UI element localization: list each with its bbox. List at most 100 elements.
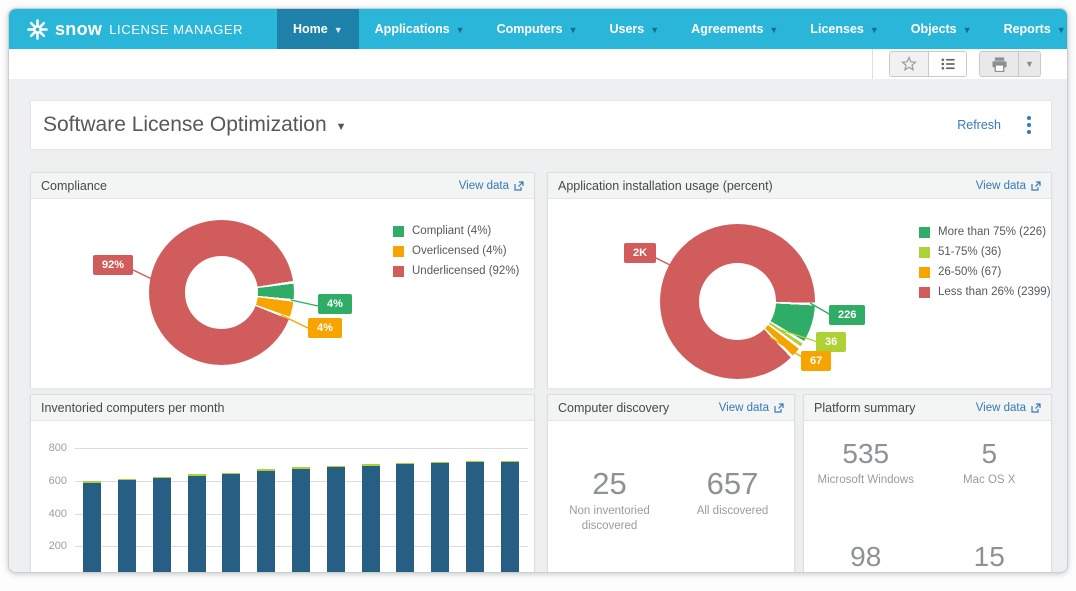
stat-item: 98Linux <box>804 542 928 573</box>
computer-discovery-panel: Computer discovery View data 25Non inven… <box>547 394 795 573</box>
nav-item-applications[interactable]: Applications▼ <box>359 9 481 49</box>
app-usage-panel: Application installation usage (percent)… <box>547 172 1052 388</box>
nav-item-reports[interactable]: Reports▼ <box>988 9 1068 49</box>
printer-icon <box>991 57 1008 72</box>
stat-item: 15Unix <box>928 542 1052 573</box>
nav-item-objects[interactable]: Objects▼ <box>895 9 988 49</box>
title-actions: Refresh <box>957 114 1035 136</box>
refresh-button[interactable]: Refresh <box>957 118 1001 132</box>
stat-item: 25Non inventoried discovered <box>548 467 671 534</box>
data-label: 4% <box>318 294 352 314</box>
stat-value: 15 <box>928 542 1052 573</box>
data-label: 92% <box>93 255 133 275</box>
inventoried-bar-chart: 200400600800 <box>31 431 534 573</box>
bar[interactable] <box>153 477 171 573</box>
view-data-link[interactable]: View data <box>459 180 524 192</box>
bar[interactable] <box>501 461 519 573</box>
external-link-icon <box>774 403 784 413</box>
nav-item-agreements[interactable]: Agreements▼ <box>675 9 794 49</box>
legend-swatch <box>393 246 404 257</box>
legend-label: Compliant (4%) <box>412 225 491 237</box>
app-window: snow LICENSE MANAGER Home▼Applications▼C… <box>8 8 1068 573</box>
bar[interactable] <box>83 481 101 573</box>
view-data-link[interactable]: View data <box>719 402 784 414</box>
view-data-link[interactable]: View data <box>976 180 1041 192</box>
legend-label: 26-50% (67) <box>938 266 1001 278</box>
y-axis-tick-label: 400 <box>35 508 67 520</box>
legend-item: Compliant (4%) <box>393 225 519 237</box>
compliance-panel-header: Compliance View data <box>31 173 534 199</box>
bar[interactable] <box>431 462 449 573</box>
compliance-chart: 92% 4% 4% Compliant (4%)Overlicensed (4%… <box>31 199 534 388</box>
bar-cap <box>153 477 171 478</box>
bar[interactable] <box>118 479 136 573</box>
dashboard-selector[interactable]: Software License Optimization ▼ <box>43 113 347 137</box>
compliance-panel: Compliance View data 92% <box>30 172 535 388</box>
legend-item: Less than 26% (2399) <box>919 286 1051 298</box>
stat-value: 25 <box>548 467 671 501</box>
page-title-bar: Software License Optimization ▼ Refresh <box>30 100 1052 150</box>
bar[interactable] <box>362 464 380 573</box>
stat-label: All discovered <box>673 504 793 519</box>
legend-swatch <box>393 226 404 237</box>
brand-suffix: LICENSE MANAGER <box>109 22 243 37</box>
bar[interactable] <box>466 461 484 573</box>
external-link-icon <box>1031 181 1041 191</box>
stat-value: 98 <box>804 542 928 573</box>
stats-row: 25Non inventoried discovered657 All disco… <box>548 421 794 534</box>
bar-cap <box>222 473 240 474</box>
bar[interactable] <box>327 466 345 573</box>
compliance-donut-chart[interactable] <box>149 220 294 365</box>
bar[interactable] <box>396 463 414 573</box>
chevron-down-icon: ▼ <box>456 25 465 35</box>
chevron-down-icon: ▼ <box>569 25 578 35</box>
view-toggle-group <box>889 51 967 77</box>
print-button[interactable] <box>980 52 1018 76</box>
bar-cap <box>257 469 275 471</box>
app-usage-donut-chart[interactable] <box>660 224 815 379</box>
app-usage-panel-header: Application installation usage (percent)… <box>548 173 1051 199</box>
stat-value: 535 <box>804 439 928 470</box>
nav-menu: Home▼Applications▼Computers▼Users▼Agreem… <box>277 9 1068 49</box>
caret-down-icon: ▼ <box>1025 59 1034 69</box>
charts-row-1: Compliance View data 92% <box>30 172 1052 388</box>
print-options-button[interactable]: ▼ <box>1018 52 1040 76</box>
chart-legend: Compliant (4%)Overlicensed (4%)Underlice… <box>393 225 519 285</box>
data-label: 226 <box>829 305 865 325</box>
toolbar: ▼ <box>9 49 1067 79</box>
bar[interactable] <box>257 469 275 573</box>
bar[interactable] <box>188 474 206 573</box>
bar-cap <box>396 463 414 464</box>
bar-cap <box>188 474 206 476</box>
inventoried-computers-panel: Inventoried computers per month 20040060… <box>30 394 535 573</box>
nav-item-users[interactable]: Users▼ <box>594 9 676 49</box>
kebab-menu-button[interactable] <box>1023 114 1035 136</box>
bar[interactable] <box>222 473 240 573</box>
bar[interactable] <box>292 467 310 573</box>
chevron-down-icon: ▼ <box>963 25 972 35</box>
data-label: 2K <box>624 243 656 263</box>
stat-value: 657 <box>671 467 794 501</box>
view-data-link[interactable]: View data <box>976 402 1041 414</box>
platform-panel-header: Platform summary View data <box>804 395 1051 421</box>
y-axis-tick-label: 600 <box>35 475 67 487</box>
nav-item-home[interactable]: Home▼ <box>277 9 359 49</box>
brand-logo[interactable]: snow LICENSE MANAGER <box>9 9 277 49</box>
nav-item-licenses[interactable]: Licenses▼ <box>794 9 894 49</box>
bar-plot[interactable]: 200400600800 <box>75 431 528 573</box>
toolbar-divider <box>872 49 873 79</box>
nav-item-computers[interactable]: Computers▼ <box>481 9 594 49</box>
legend-item: More than 75% (226) <box>919 226 1051 238</box>
legend-swatch <box>393 266 404 277</box>
discovery-stats: 25Non inventoried discovered657 All disco… <box>548 421 794 573</box>
panel-title: Computer discovery <box>558 401 669 415</box>
legend-label: Less than 26% (2399) <box>938 286 1051 298</box>
inventoried-panel-header: Inventoried computers per month <box>31 395 534 421</box>
chevron-down-icon: ▼ <box>650 25 659 35</box>
legend-item: Overlicensed (4%) <box>393 245 519 257</box>
bar-cap <box>292 467 310 469</box>
list-view-button[interactable] <box>928 52 966 76</box>
favorite-button[interactable] <box>890 52 928 76</box>
legend-label: 51-75% (36) <box>938 246 1001 258</box>
chevron-down-icon: ▼ <box>870 25 879 35</box>
